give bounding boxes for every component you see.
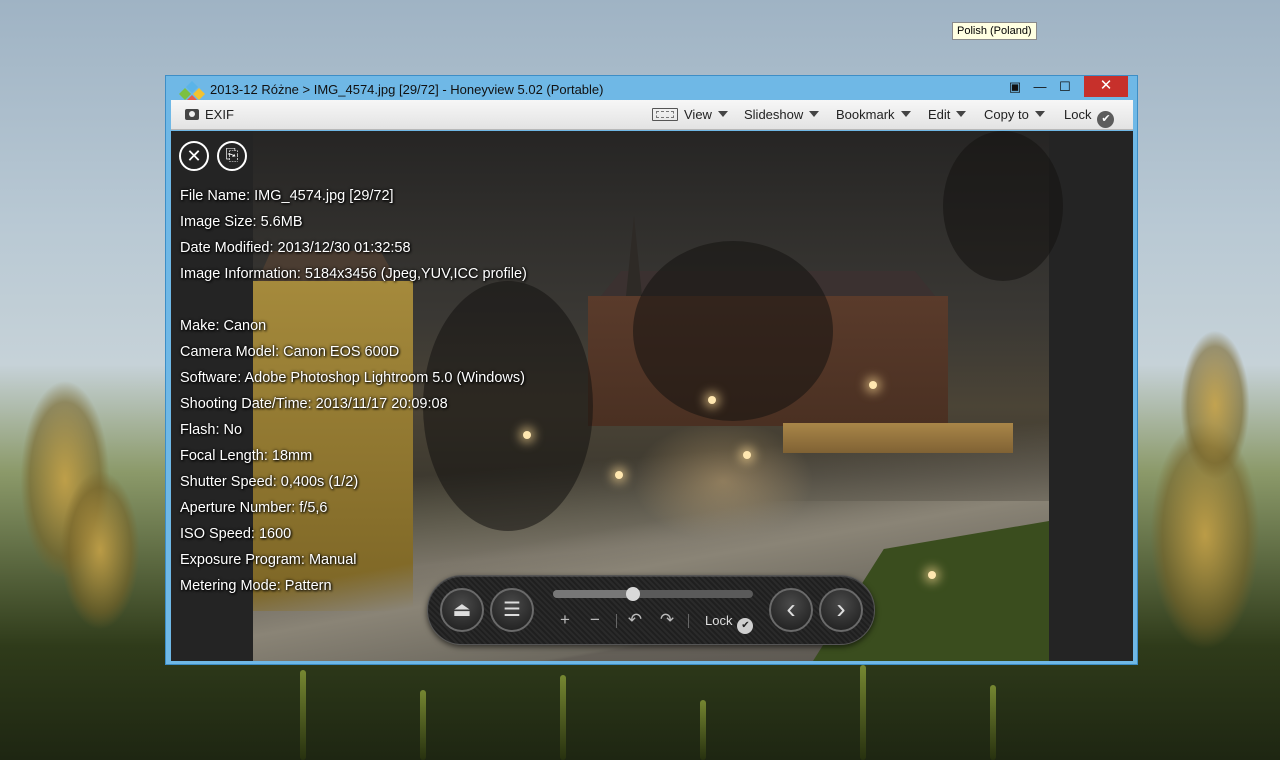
zoom-out-icon[interactable]: − bbox=[585, 610, 605, 630]
edit-menu[interactable]: Edit bbox=[928, 100, 967, 130]
exif-aperture: Aperture Number: f/5,6 bbox=[180, 500, 328, 516]
copy-info-button[interactable]: ⎘ bbox=[217, 141, 247, 171]
next-image-button[interactable]: › bbox=[819, 588, 863, 632]
check-icon: ✔ bbox=[737, 618, 754, 634]
exif-shooting-datetime: Shooting Date/Time: 2013/11/17 20:09:08 bbox=[180, 396, 448, 412]
exif-iso: ISO Speed: 1600 bbox=[180, 526, 292, 542]
exif-file-name: File Name: IMG_4574.jpg [29/72] bbox=[180, 188, 394, 204]
honeyview-window: 2013-12 Różne > IMG_4574.jpg [29/72] - H… bbox=[165, 75, 1138, 665]
eject-button[interactable]: ⏏ bbox=[440, 588, 484, 632]
toolbar: EXIF View Slideshow Bookmark Edit Copy t… bbox=[171, 100, 1133, 130]
menu-button[interactable]: ☰ bbox=[490, 588, 534, 632]
check-icon: ✔ bbox=[1097, 111, 1115, 128]
chevron-down-icon bbox=[717, 111, 728, 117]
slideshow-menu[interactable]: Slideshow bbox=[744, 100, 820, 130]
copy-to-label: Copy to bbox=[984, 107, 1029, 122]
chevron-down-icon bbox=[956, 111, 967, 117]
chevron-down-icon bbox=[900, 111, 911, 117]
floating-control-bar: ⏏ ☰ + − ↶ ↷ Lock ✔ ‹ › bbox=[427, 575, 875, 645]
rotate-right-icon[interactable]: ↷ bbox=[657, 610, 677, 630]
exif-label: EXIF bbox=[205, 107, 234, 122]
slider-fill bbox=[553, 590, 633, 598]
view-mode-icon bbox=[652, 108, 678, 121]
exif-shutter-speed: Shutter Speed: 0,400s (1/2) bbox=[180, 474, 359, 490]
maximize-button[interactable]: ☐ bbox=[1052, 76, 1078, 97]
navigation-slider[interactable] bbox=[553, 587, 753, 601]
fullscreen-icon[interactable]: ▣ bbox=[1002, 76, 1028, 97]
chevron-down-icon bbox=[809, 111, 820, 117]
exif-info-panel: File Name: IMG_4574.jpg [29/72] Image Si… bbox=[180, 183, 527, 599]
exif-flash: Flash: No bbox=[180, 422, 243, 438]
exif-image-information: Image Information: 5184x3456 (Jpeg,YUV,I… bbox=[180, 266, 527, 282]
lock-button[interactable]: Lock ✔ bbox=[1064, 100, 1115, 130]
close-overlay-button[interactable]: ✕ bbox=[179, 141, 209, 171]
control-lock-label: Lock bbox=[705, 613, 733, 628]
bookmark-menu[interactable]: Bookmark bbox=[836, 100, 911, 130]
chevron-down-icon bbox=[1034, 111, 1045, 117]
control-lock-button[interactable]: Lock ✔ bbox=[705, 610, 754, 634]
previous-image-button[interactable]: ‹ bbox=[769, 588, 813, 632]
image-viewer[interactable]: ✕ ⎘ File Name: IMG_4574.jpg [29/72] Imag… bbox=[171, 131, 1133, 661]
edit-label: Edit bbox=[928, 107, 951, 122]
camera-icon bbox=[185, 109, 199, 120]
exif-image-size: Image Size: 5.6MB bbox=[180, 214, 303, 230]
title-bar[interactable]: 2013-12 Różne > IMG_4574.jpg [29/72] - H… bbox=[166, 76, 1137, 106]
view-label: View bbox=[684, 107, 712, 122]
copy-to-menu[interactable]: Copy to bbox=[984, 100, 1045, 130]
exif-exposure-program: Exposure Program: Manual bbox=[180, 552, 357, 568]
close-button[interactable]: ✕ bbox=[1084, 76, 1128, 97]
slider-knob[interactable] bbox=[626, 587, 640, 601]
view-menu[interactable]: View bbox=[652, 100, 728, 130]
exif-button[interactable]: EXIF bbox=[185, 100, 234, 130]
minimize-button[interactable]: — bbox=[1027, 76, 1053, 97]
language-tooltip: Polish (Poland) bbox=[952, 22, 1037, 40]
window-title: 2013-12 Różne > IMG_4574.jpg [29/72] - H… bbox=[210, 82, 604, 97]
exif-make: Make: Canon bbox=[180, 318, 267, 334]
exif-camera-model: Camera Model: Canon EOS 600D bbox=[180, 344, 400, 360]
slideshow-label: Slideshow bbox=[744, 107, 804, 122]
exif-software: Software: Adobe Photoshop Lightroom 5.0 … bbox=[180, 370, 525, 386]
zoom-in-icon[interactable]: + bbox=[555, 610, 575, 630]
exif-date-modified: Date Modified: 2013/12/30 01:32:58 bbox=[180, 240, 411, 256]
exif-focal-length: Focal Length: 18mm bbox=[180, 448, 313, 464]
rotate-left-icon[interactable]: ↶ bbox=[625, 610, 645, 630]
bookmark-label: Bookmark bbox=[836, 107, 895, 122]
lock-label: Lock bbox=[1064, 107, 1092, 122]
